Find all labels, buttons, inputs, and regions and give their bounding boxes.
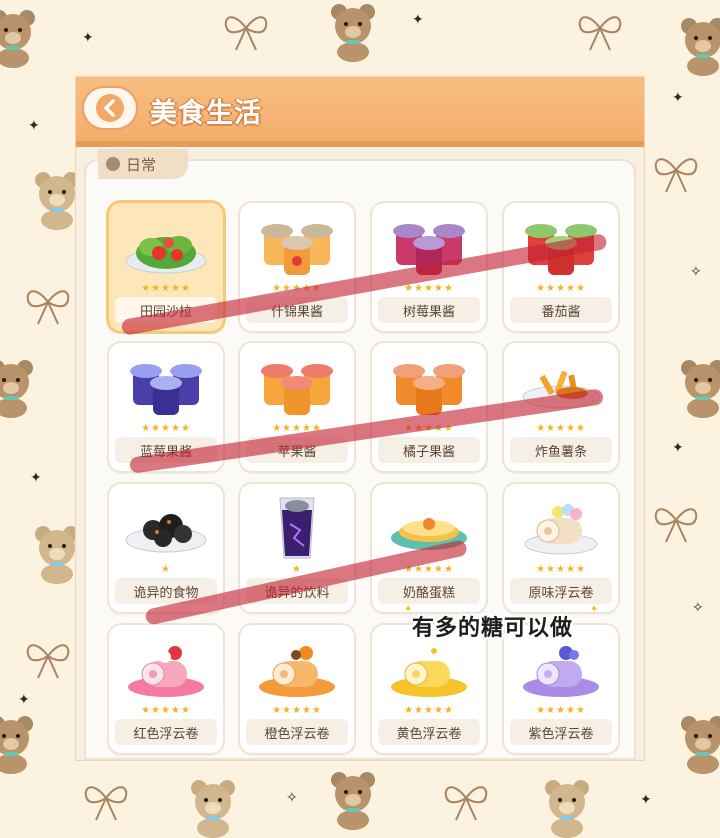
teddy-bear-icon	[331, 772, 375, 830]
teddy-bear-icon	[331, 4, 375, 62]
rating-stars: ★★★★★	[536, 283, 586, 294]
sparkle-icon: ✦	[590, 604, 599, 615]
recipe-card-purple-cloud-roll[interactable]: ★★★★★ 紫色浮云卷	[504, 625, 618, 753]
teddy-bear-icon	[681, 716, 720, 774]
star-icon: ✦	[18, 692, 30, 708]
recipe-name: 原味浮云卷	[510, 578, 612, 604]
recipe-name: 黄色浮云卷	[378, 719, 480, 745]
tab-daily[interactable]: 日常	[98, 149, 188, 179]
ribbon-bow-icon	[444, 786, 488, 821]
ribbon-bow-icon	[654, 508, 698, 543]
plain-cloud-roll-icon	[524, 504, 598, 555]
recipe-card-plain-cloud-roll[interactable]: ★★★★★ 原味浮云卷	[504, 484, 618, 612]
rating-stars: ★★★★★	[404, 705, 454, 716]
ribbon-bow-icon	[26, 290, 70, 325]
star-icon: ✦	[30, 470, 42, 486]
star-icon: ✧	[690, 264, 702, 280]
recipe-name: 橙色浮云卷	[246, 719, 348, 745]
ribbon-bow-icon	[654, 158, 698, 193]
blueberry-jam-icon	[130, 364, 202, 415]
weird-food-icon	[125, 514, 207, 553]
ribbon-bow-icon	[224, 16, 268, 51]
yellow-cloud-roll-icon	[391, 645, 467, 697]
apple-jam-icon	[261, 364, 333, 415]
star-icon: ✧	[692, 600, 704, 616]
tab-icon	[106, 157, 120, 171]
recipe-name: 红色浮云卷	[115, 719, 217, 745]
back-button[interactable]	[82, 86, 138, 130]
star-icon: ✦	[28, 118, 40, 134]
orange-cloud-roll-icon	[259, 646, 335, 697]
recipe-card-ketchup[interactable]: ★★★★★ 番茄酱	[504, 203, 618, 331]
salad-icon	[125, 236, 207, 274]
star-icon: ✦	[672, 90, 684, 106]
recipe-card-orange-cloud-roll[interactable]: ★★★★★ 橙色浮云卷	[240, 625, 354, 753]
mixed-jam-icon	[261, 224, 333, 275]
teddy-bear-icon	[681, 360, 720, 418]
rating-stars: ★★★★★	[536, 423, 586, 434]
rating-stars: ★	[161, 564, 171, 575]
ribbon-bow-icon	[84, 786, 128, 821]
back-arrow-icon	[96, 94, 124, 122]
rating-stars: ★★★★★	[141, 705, 191, 716]
star-icon: ✧	[286, 790, 298, 806]
recipe-name: 奶酪蛋糕	[378, 578, 480, 604]
rating-stars: ★★★★★	[272, 705, 322, 716]
tab-label: 日常	[126, 155, 157, 174]
rating-stars: ★★★★★	[536, 564, 586, 575]
ribbon-bow-icon	[578, 16, 622, 51]
rating-stars: ★★★★★	[141, 423, 191, 434]
recipe-name: 橘子果酱	[378, 437, 480, 463]
header-bar: 美食生活	[76, 77, 644, 147]
recipe-name: 番茄酱	[510, 297, 612, 323]
weird-drink-icon	[279, 497, 315, 559]
page-title: 美食生活	[150, 98, 262, 129]
ribbon-bow-icon	[26, 644, 70, 679]
annotation-caption: 有多的糖可以做	[412, 616, 574, 641]
teddy-bear-icon	[0, 360, 33, 418]
star-icon: ✦	[640, 792, 652, 808]
recipe-card-red-cloud-roll[interactable]: ★★★★★ 红色浮云卷	[109, 625, 223, 753]
recipe-name: 炸鱼薯条	[510, 437, 612, 463]
recipe-card-weird-food[interactable]: ★ 诡异的食物	[109, 484, 223, 612]
recipe-name: 树莓果酱	[378, 297, 480, 323]
recipe-name: 紫色浮云卷	[510, 719, 612, 745]
teddy-bear-icon	[545, 780, 589, 838]
star-icon: ✦	[82, 30, 94, 46]
recipe-card-yellow-cloud-roll[interactable]: ★★★★★ 黄色浮云卷	[372, 625, 486, 753]
star-icon: ✦	[412, 12, 424, 28]
red-cloud-roll-icon	[128, 646, 204, 697]
teddy-bear-icon	[0, 10, 35, 68]
rating-stars: ★★★★★	[141, 283, 191, 294]
teddy-bear-icon	[191, 780, 235, 838]
rating-stars: ★★★★★	[536, 705, 586, 716]
purple-cloud-roll-icon	[523, 646, 599, 697]
teddy-bear-icon	[0, 716, 33, 774]
star-icon: ✦	[672, 440, 684, 456]
teddy-bear-icon	[681, 18, 720, 76]
